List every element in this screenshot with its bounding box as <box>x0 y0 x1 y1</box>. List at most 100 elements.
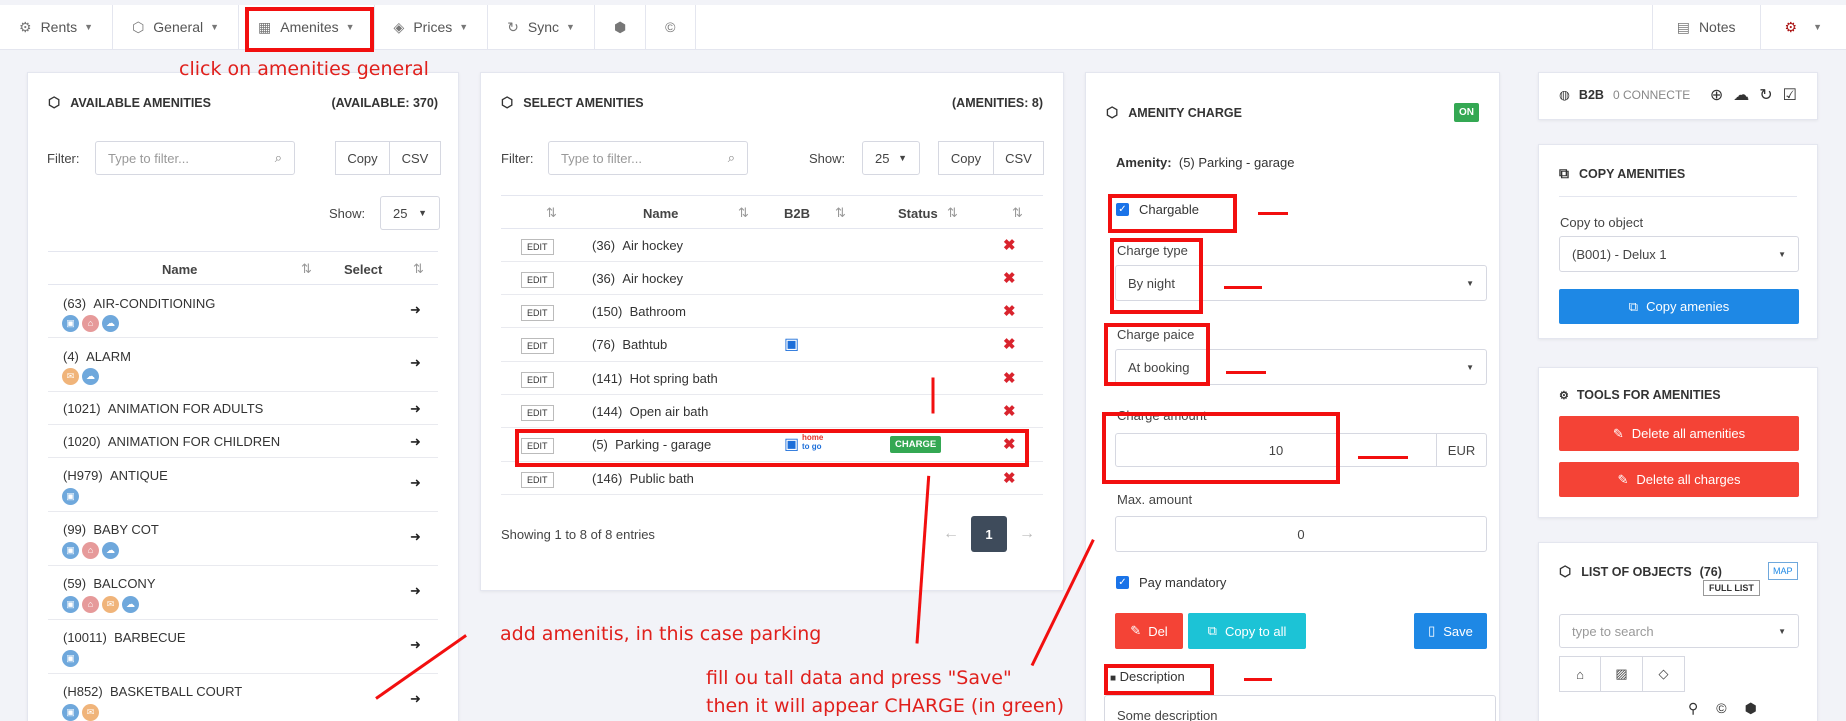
save-button[interactable]: ▯ Save <box>1414 613 1487 649</box>
edit-button[interactable]: EDIT <box>521 338 554 354</box>
sort-icon[interactable]: ⇅ <box>546 205 557 221</box>
arrow-right-icon[interactable]: ➜ <box>410 434 421 450</box>
boxes-icon[interactable]: ⬢ <box>1745 700 1757 717</box>
table-row[interactable]: EDIT (141) Hot spring bath ✖ <box>501 362 1043 395</box>
available-filter-input[interactable]: Type to filter... ⌕ <box>95 141 295 175</box>
table-row[interactable]: (H979) ANTIQUE ▣ ➜ <box>48 458 438 512</box>
arrow-right-icon[interactable]: ➜ <box>410 691 421 707</box>
remove-icon[interactable]: ✖ <box>1003 236 1016 254</box>
remove-icon[interactable]: ✖ <box>1003 369 1016 387</box>
check-square-icon[interactable]: ☑ <box>1783 85 1797 105</box>
nav-notes[interactable]: ▤ Notes <box>1651 5 1760 49</box>
show-select[interactable]: 25 ▼ <box>862 141 920 175</box>
pay-mandatory-checkbox[interactable]: ✓ Pay mandatory <box>1116 575 1226 590</box>
copy-amenities-panel: ⧉ COPY AMENITIES Copy to object (B001) -… <box>1538 144 1818 339</box>
copy-to-select[interactable]: (B001) - Delux 1 ▼ <box>1559 236 1799 272</box>
table-row[interactable]: EDIT (36) Air hockey ✖ <box>501 229 1043 262</box>
map-button[interactable]: MAP <box>1768 562 1798 580</box>
remove-icon[interactable]: ✖ <box>1003 469 1016 487</box>
arrow-right-icon[interactable]: ➜ <box>410 302 421 318</box>
table-row[interactable]: (59) BALCONY ▣ ⌂ ✉ ☁ ➜ <box>48 566 438 620</box>
objects-search-input[interactable]: type to search ▼ <box>1559 614 1799 648</box>
remove-icon[interactable]: ✖ <box>1003 302 1016 320</box>
edit-button[interactable]: EDIT <box>521 239 554 255</box>
table-row[interactable]: (99) BABY COT ▣ ⌂ ☁ ➜ <box>48 512 438 566</box>
remove-icon[interactable]: ✖ <box>1003 269 1016 287</box>
copy-amenities-button[interactable]: ⧉ Copy amenies <box>1559 289 1799 324</box>
csv-button[interactable]: CSV <box>390 141 441 175</box>
amenity-row: Amenity: (5) Parking - garage <box>1116 155 1294 170</box>
table-row[interactable]: (10011) BARBECUE ▣ ➜ <box>48 620 438 674</box>
table-row[interactable]: (63) AIR-CONDITIONING ▣ ⌂ ☁ ➜ <box>48 285 438 338</box>
csv-button[interactable]: CSV <box>994 141 1044 175</box>
arrow-right-icon[interactable]: ➜ <box>410 401 421 417</box>
table-row[interactable]: EDIT (144) Open air bath ✖ <box>501 395 1043 428</box>
edit-button[interactable]: EDIT <box>521 472 554 488</box>
edit-button[interactable]: EDIT <box>521 372 554 388</box>
b2b-connected: 0 CONNECTE <box>1612 87 1691 102</box>
cube-icon: ⬡ <box>1559 563 1572 579</box>
sort-icon[interactable]: ⇅ <box>1012 205 1023 221</box>
description-textarea[interactable]: Some description <box>1104 695 1496 721</box>
ticket-icon[interactable]: ◇ <box>1643 656 1685 692</box>
chevron-down-icon: ▼ <box>1778 249 1786 259</box>
sort-icon[interactable]: ⇅ <box>738 205 749 221</box>
nav-boxes[interactable]: ⬢ <box>595 5 647 49</box>
arrow-right-icon[interactable]: ➜ <box>410 637 421 653</box>
page-1-button[interactable]: 1 <box>971 516 1007 552</box>
table-row[interactable]: EDIT (76) Bathtub ▣ ✖ <box>501 328 1043 362</box>
copy-to-all-button[interactable]: ⧉ Copy to all <box>1188 613 1306 649</box>
nav-prices[interactable]: ◈ Prices ▼ <box>375 5 489 49</box>
delete-all-charges-button[interactable]: ✎ Delete all charges <box>1559 462 1799 497</box>
max-amount-input[interactable]: 0 <box>1115 516 1487 552</box>
sort-icon[interactable]: ⇅ <box>947 205 958 221</box>
location-icon[interactable]: ⚲ <box>1688 700 1698 717</box>
nav-copyright[interactable]: © <box>646 5 696 49</box>
show-select[interactable]: 25 ▼ <box>380 196 440 230</box>
table-row[interactable]: (1020) ANIMATION FOR CHILDREN ➜ <box>48 425 438 458</box>
export-buttons: Copy CSV <box>335 141 441 175</box>
on-toggle[interactable]: ON <box>1454 103 1479 122</box>
nav-sync[interactable]: ↻ Sync ▼ <box>488 5 595 49</box>
tag-icon: ◈ <box>393 18 405 35</box>
plus-circle-icon[interactable]: ⊕ <box>1710 85 1723 105</box>
annotation-fill-line2: then it will appear CHARGE (in green) <box>706 695 1064 717</box>
copy-to-all-label: Copy to all <box>1224 623 1287 639</box>
arrow-right-icon[interactable]: ➜ <box>410 529 421 545</box>
sort-icon[interactable]: ⇅ <box>301 261 312 277</box>
selected-filter-input[interactable]: Type to filter... ⌕ <box>548 141 748 175</box>
cloud-icon: ☁ <box>122 596 139 613</box>
remove-icon[interactable]: ✖ <box>1003 335 1016 353</box>
table-row[interactable]: EDIT (36) Air hockey ✖ <box>501 262 1043 295</box>
refresh-icon[interactable]: ↻ <box>1759 85 1772 105</box>
row-code: (76) <box>592 337 616 352</box>
full-list-button[interactable]: FULL LIST <box>1703 580 1760 596</box>
nav-settings[interactable]: ⚙ ▼ <box>1759 5 1846 49</box>
table-row[interactable]: EDIT (150) Bathroom ✖ <box>501 295 1043 328</box>
cloud-upload-icon[interactable]: ☁ <box>1733 85 1749 105</box>
sort-icon[interactable]: ⇅ <box>835 205 846 221</box>
table-row[interactable]: (4) ALARM ✉ ☁ ➜ <box>48 338 438 392</box>
arrow-right-icon[interactable]: ➜ <box>410 475 421 491</box>
arrow-right-icon[interactable]: ➜ <box>410 583 421 599</box>
sort-icon[interactable]: ⇅ <box>413 261 424 277</box>
copyright-icon[interactable]: © <box>1716 700 1726 717</box>
copy-button[interactable]: Copy <box>938 141 994 175</box>
copy-button[interactable]: Copy <box>335 141 390 175</box>
image-icon[interactable]: ▨ <box>1601 656 1643 692</box>
next-arrow-icon[interactable]: → <box>1019 525 1035 543</box>
chevron-down-icon: ▼ <box>566 22 575 32</box>
table-row[interactable]: (1021) ANIMATION FOR ADULTS ➜ <box>48 392 438 425</box>
edit-button[interactable]: EDIT <box>521 405 554 421</box>
nav-rents[interactable]: ⚙ Rents ▼ <box>0 5 114 49</box>
prev-arrow-icon[interactable]: ← <box>943 525 959 543</box>
building-icon: ▣ <box>784 336 800 353</box>
house-icon[interactable]: ⌂ <box>1559 656 1601 692</box>
edit-button[interactable]: EDIT <box>521 305 554 321</box>
arrow-right-icon[interactable]: ➜ <box>410 355 421 371</box>
edit-button[interactable]: EDIT <box>521 272 554 288</box>
del-button[interactable]: ✎ Del <box>1115 613 1183 649</box>
remove-icon[interactable]: ✖ <box>1003 402 1016 420</box>
delete-all-amenities-button[interactable]: ✎ Delete all amenities <box>1559 416 1799 451</box>
nav-general[interactable]: ⬡ General ▼ <box>113 5 240 49</box>
